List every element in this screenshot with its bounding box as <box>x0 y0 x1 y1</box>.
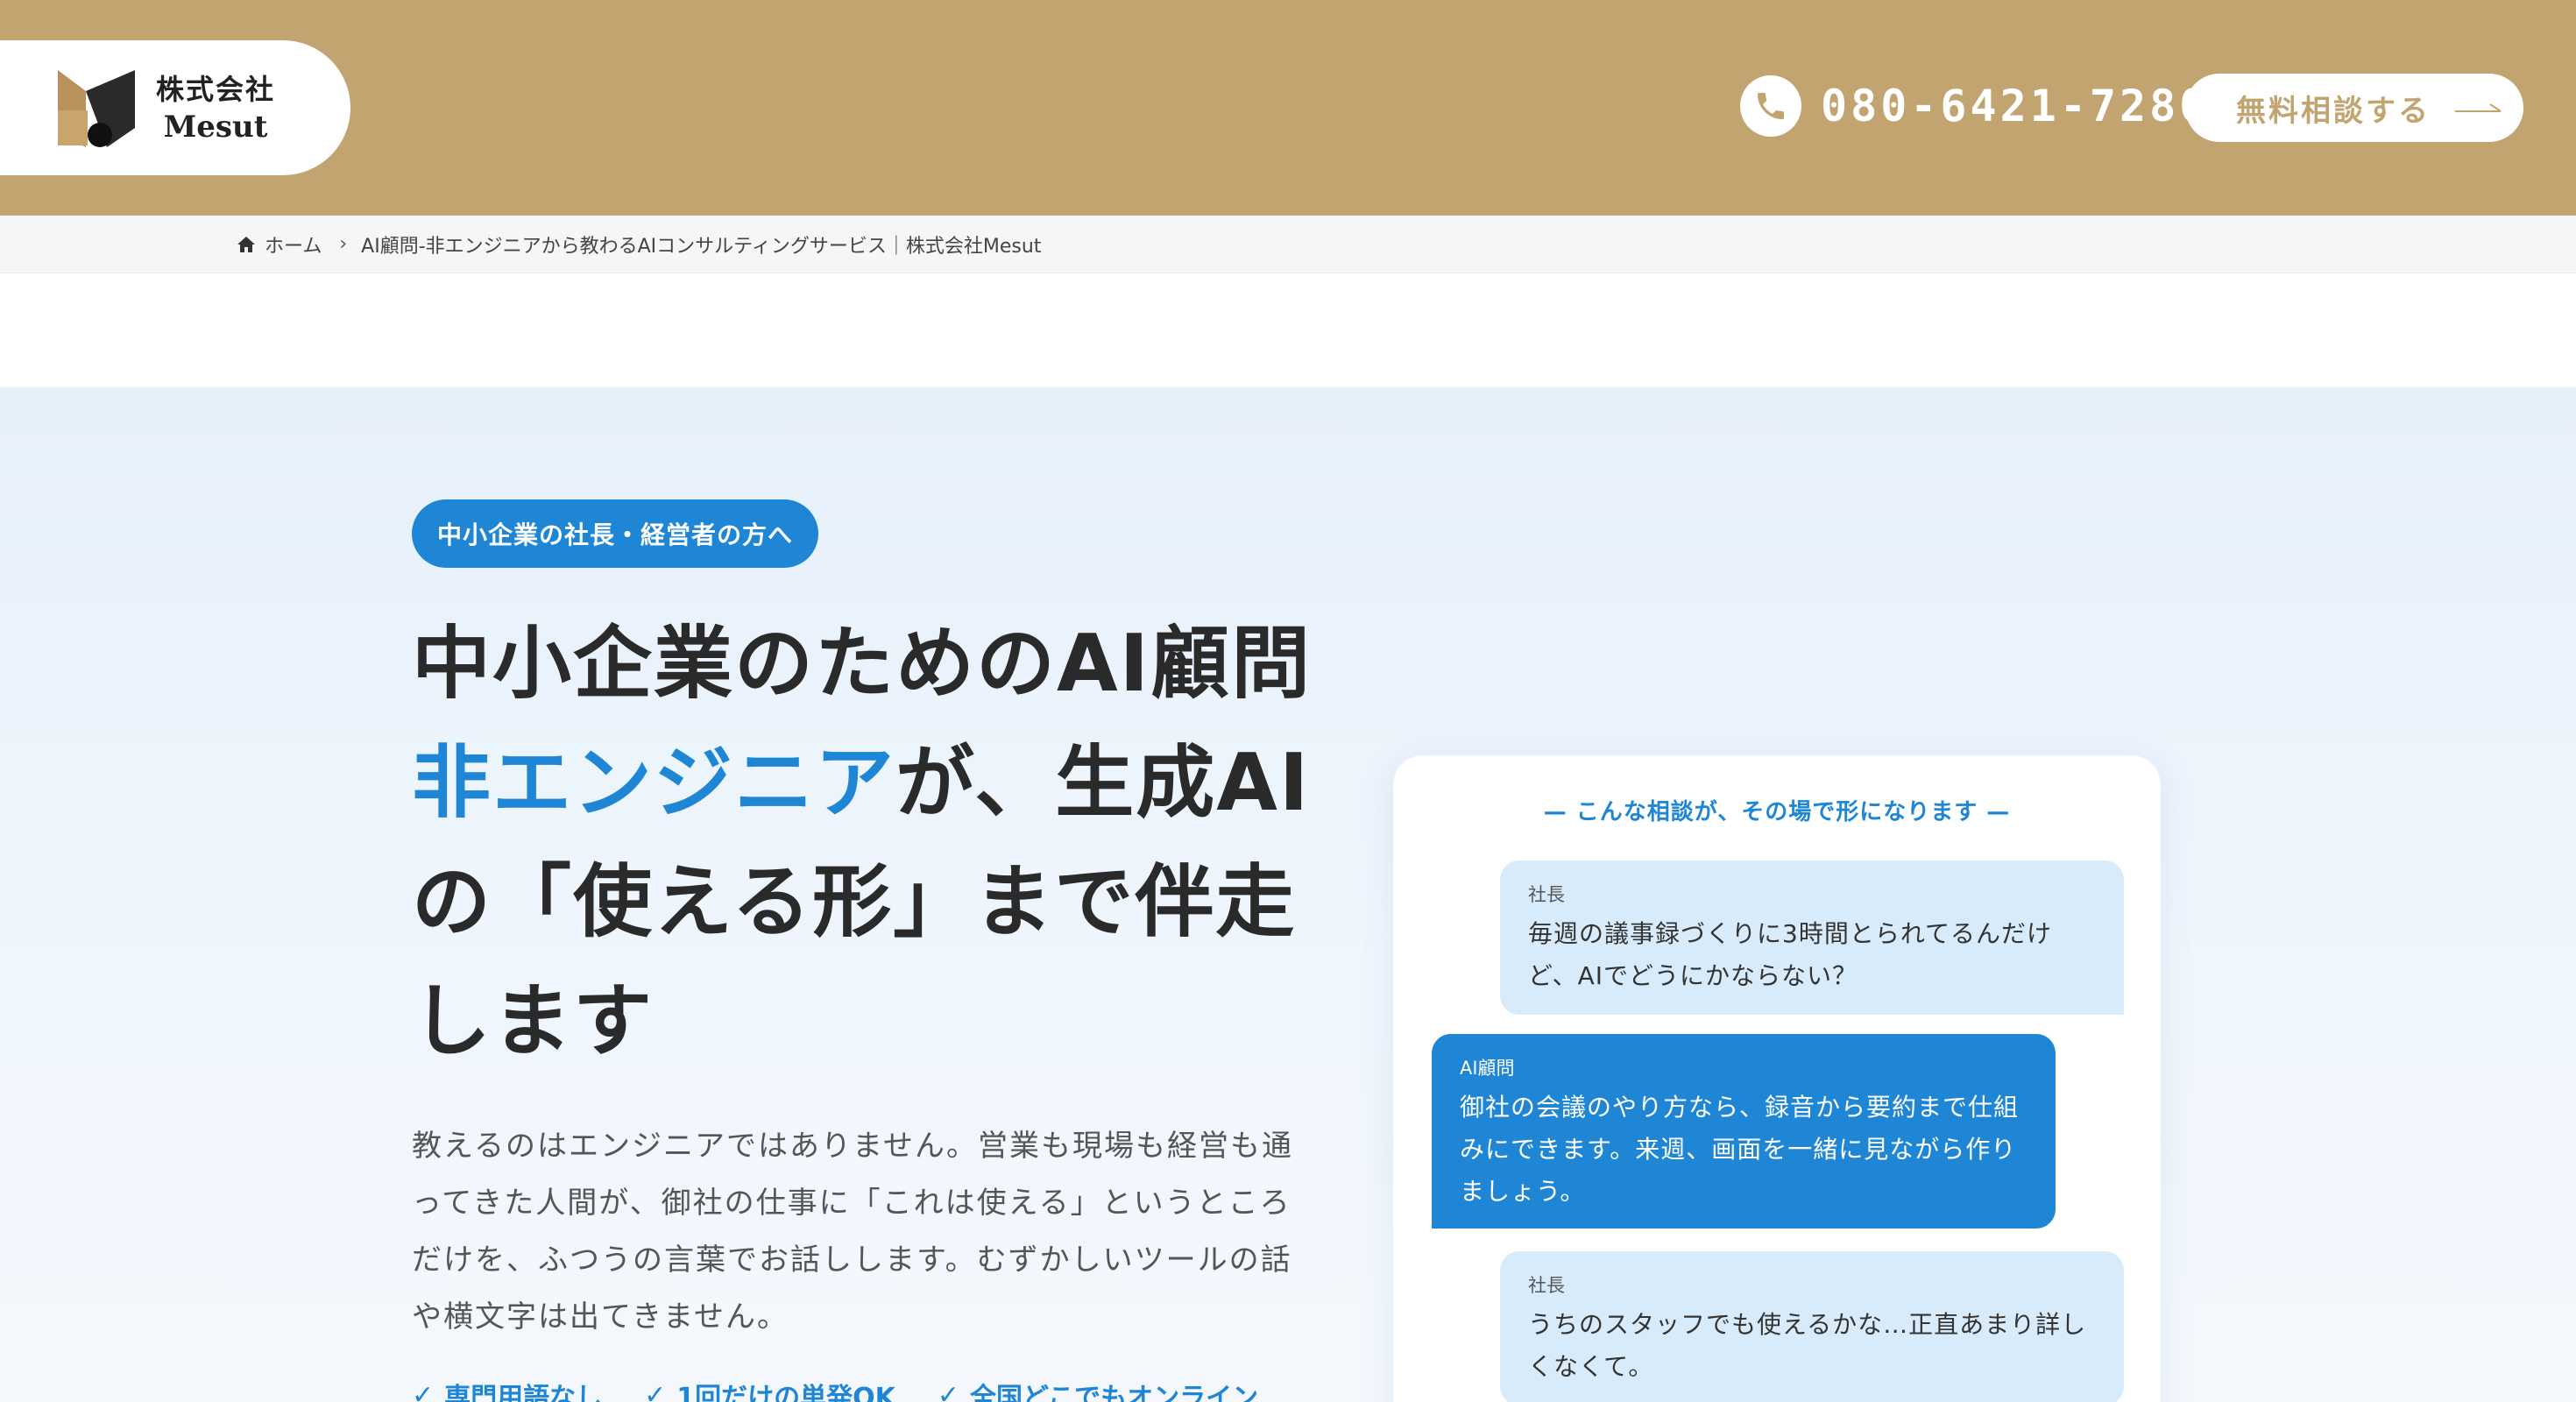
home-icon <box>237 236 255 252</box>
logo-company-type: 株式会社 <box>156 73 276 106</box>
phone-icon <box>1740 75 1801 137</box>
chevron-right-icon: › <box>339 233 348 255</box>
target-audience-badge: 中小企業の社長・経営者の方へ <box>412 499 818 568</box>
check-icon: ✓ <box>412 1379 435 1402</box>
feature-check-label: 全国どこでもオンライン <box>970 1383 1259 1402</box>
chat-message: うちのスタッフでも使えるかな…正直あまり詳しくなくて。 <box>1528 1310 2087 1381</box>
logo-mark-icon <box>58 70 135 147</box>
headline-line-3: の「使える形」まで伴走 <box>412 856 1297 948</box>
chat-speaker: 社長 <box>1528 884 1565 905</box>
check-icon: ✓ <box>644 1379 667 1402</box>
arrow-right-icon <box>2455 103 2502 112</box>
chat-caption: — こんな相談が、その場で形になります — <box>1543 799 2011 825</box>
logo[interactable]: 株式会社 Mesut <box>0 40 350 175</box>
breadcrumb: ホーム › AI顧問-非エンジニアから教わるAIコンサルティングサービス｜株式会… <box>0 216 2576 273</box>
chat-bubble-ai: AI顧問 御社の会議のやり方なら、録音から要約まで仕組みにできます。来週、画面を… <box>1432 1034 2056 1229</box>
check-icon: ✓ <box>937 1379 960 1402</box>
feature-check-item: ✓ 全国どこでもオンライン <box>938 1376 1258 1402</box>
chat-speaker: 社長 <box>1528 1275 1565 1296</box>
chat-speaker: AI顧問 <box>1460 1058 1515 1079</box>
phone-number[interactable]: 080-6421-7280 <box>1821 81 2209 131</box>
headline-line-2: 非エンジニアが、生成AI <box>412 724 1341 843</box>
chat-bubble-user: 社長 うちのスタッフでも使えるかな…正直あまり詳しくなくて。 <box>1500 1251 2124 1402</box>
breadcrumb-home-link[interactable]: ホーム <box>265 230 322 258</box>
headline-line-1: 中小企業のためのAI顧問 <box>412 618 1313 710</box>
phone-contact[interactable]: 080-6421-7280 <box>1740 75 2209 137</box>
cta-label: 無料相談する <box>2236 93 2431 129</box>
hero-headline: 中小企業のためのAI顧問 非エンジニアが、生成AI の「使える形」まで伴走 しま… <box>412 605 1341 1081</box>
chat-message: 御社の会議のやり方なら、録音から要約まで仕組みにできます。来週、画面を一緒に見な… <box>1460 1093 2020 1206</box>
feature-check-item: ✓ 1回だけの単発OK <box>644 1376 895 1402</box>
feature-check-item: ✓ 専門用語なし <box>412 1376 602 1402</box>
headline-accent: 非エンジニア <box>412 737 895 829</box>
chat-example-card: — こんな相談が、その場で形になります — 社長 毎週の議事録づくりに3時間とら… <box>1393 755 2161 1402</box>
logo-text: 株式会社 Mesut <box>156 72 275 147</box>
site-header: 株式会社 Mesut 080-6421-7280 無料相談する <box>0 0 2576 216</box>
chat-bubble-user: 社長 毎週の議事録づくりに3時間とられてるんだけど、AIでどうにかならない？ <box>1500 860 2124 1015</box>
feature-checks: ✓ 専門用語なし ✓ 1回だけの単発OK ✓ 全国どこでもオンライン <box>412 1376 1258 1402</box>
breadcrumb-current: AI顧問-非エンジニアから教わるAIコンサルティングサービス｜株式会社Mesut <box>361 235 1042 258</box>
headline-line-2-rest: が、生成AI <box>895 737 1311 829</box>
feature-check-label: 専門用語なし <box>444 1383 603 1402</box>
headline-line-4: します <box>412 975 654 1067</box>
logo-company-name: Mesut <box>163 110 268 145</box>
free-consultation-button[interactable]: 無料相談する <box>2185 74 2523 142</box>
chat-message: 毎週の議事録づくりに3時間とられてるんだけど、AIでどうにかならない？ <box>1528 919 2052 990</box>
hero-lead-text: 教えるのはエンジニアではありません。営業も現場も経営も通ってきた人間が、御社の仕… <box>412 1129 1293 1335</box>
feature-check-label: 1回だけの単発OK <box>676 1383 895 1402</box>
